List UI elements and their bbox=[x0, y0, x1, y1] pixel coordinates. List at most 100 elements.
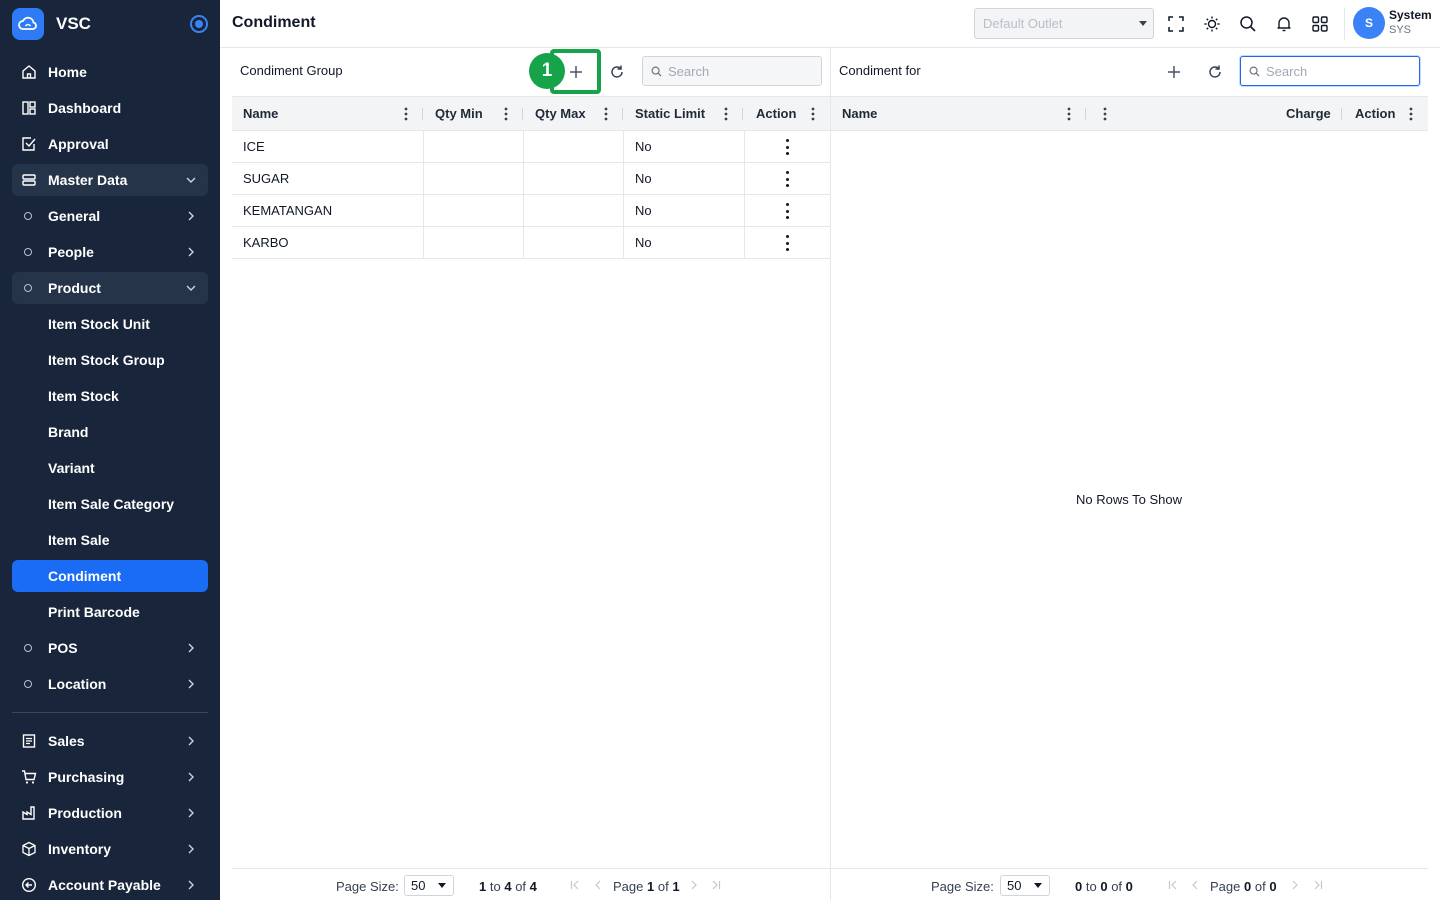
first-page-icon[interactable] bbox=[1167, 879, 1179, 891]
sidebar-item-general[interactable]: General bbox=[12, 200, 208, 232]
chevron-right-icon bbox=[188, 211, 194, 221]
brand[interactable]: VSC bbox=[12, 8, 208, 40]
sidebar-item-print-barcode[interactable]: Print Barcode bbox=[12, 596, 208, 628]
column-menu-icon[interactable] bbox=[600, 107, 612, 121]
row-actions-icon[interactable] bbox=[784, 171, 790, 187]
sidebar-item-condiment[interactable]: Condiment bbox=[12, 560, 208, 592]
row-range: 0 to 0 of 0 bbox=[1075, 879, 1133, 894]
column-menu-icon[interactable] bbox=[1405, 107, 1417, 121]
column-header-qty-min[interactable]: Qty Min bbox=[435, 97, 483, 130]
app-name: VSC bbox=[56, 14, 91, 33]
apps-grid-icon[interactable] bbox=[1309, 13, 1331, 35]
sidebar-item-label: General bbox=[48, 208, 101, 224]
fullscreen-icon[interactable] bbox=[1165, 13, 1187, 35]
column-separator[interactable] bbox=[622, 108, 623, 120]
last-page-icon[interactable] bbox=[1312, 879, 1324, 891]
next-page-icon[interactable] bbox=[688, 879, 700, 891]
column-menu-icon[interactable] bbox=[1099, 107, 1111, 121]
sidebar-toggle-icon[interactable] bbox=[190, 15, 208, 33]
circle-icon bbox=[24, 680, 32, 688]
column-separator[interactable] bbox=[742, 108, 743, 120]
sidebar-item-item-stock-unit[interactable]: Item Stock Unit bbox=[12, 308, 208, 340]
sidebar-item-item-stock[interactable]: Item Stock bbox=[12, 380, 208, 412]
column-header-charge[interactable]: Charge bbox=[1286, 97, 1331, 130]
column-header-name[interactable]: Name bbox=[243, 97, 278, 130]
outlet-select-placeholder: Default Outlet bbox=[983, 16, 1063, 31]
sidebar-item-pos[interactable]: POS bbox=[12, 632, 208, 664]
column-menu-icon[interactable] bbox=[1063, 107, 1075, 121]
column-separator[interactable] bbox=[1085, 108, 1086, 120]
table-row[interactable]: KEMATANGAN No bbox=[232, 195, 830, 227]
sidebar-item-inventory[interactable]: Inventory bbox=[12, 833, 208, 865]
sidebar-item-production[interactable]: Production bbox=[12, 797, 208, 829]
sidebar-item-label: Purchasing bbox=[48, 769, 125, 785]
last-page-icon[interactable] bbox=[710, 879, 722, 891]
sidebar-item-sales[interactable]: Sales bbox=[12, 725, 208, 757]
sidebar-item-brand[interactable]: Brand bbox=[12, 416, 208, 448]
page-size-select[interactable]: 50 bbox=[1000, 875, 1050, 896]
row-actions-icon[interactable] bbox=[784, 203, 790, 219]
chevron-right-icon bbox=[188, 679, 194, 689]
column-menu-icon[interactable] bbox=[500, 107, 512, 121]
condiment-group-search-input[interactable] bbox=[668, 63, 808, 79]
table-row[interactable]: KARBO No bbox=[232, 227, 830, 259]
first-page-icon[interactable] bbox=[569, 879, 581, 891]
column-menu-icon[interactable] bbox=[720, 107, 732, 121]
sidebar-item-item-sale-category[interactable]: Item Sale Category bbox=[12, 488, 208, 520]
sidebar-item-item-sale[interactable]: Item Sale bbox=[12, 524, 208, 556]
sidebar-item-label: Account Payable bbox=[48, 877, 161, 893]
add-condiment-button[interactable] bbox=[1158, 56, 1190, 88]
sidebar-item-label: Master Data bbox=[48, 172, 128, 188]
sidebar-item-label: Item Sale Category bbox=[48, 496, 175, 512]
sidebar-item-people[interactable]: People bbox=[12, 236, 208, 268]
sidebar-item-purchasing[interactable]: Purchasing bbox=[12, 761, 208, 793]
sidebar-item-location[interactable]: Location bbox=[12, 668, 208, 700]
page-size-select[interactable]: 50 bbox=[404, 875, 454, 896]
outlet-select[interactable]: Default Outlet bbox=[974, 8, 1154, 39]
table-row[interactable]: ICE No bbox=[232, 131, 830, 163]
bell-icon[interactable] bbox=[1273, 13, 1295, 35]
previous-page-icon[interactable] bbox=[1189, 879, 1201, 891]
column-header-name[interactable]: Name bbox=[842, 97, 877, 130]
row-actions-icon[interactable] bbox=[784, 235, 790, 251]
next-page-icon[interactable] bbox=[1289, 879, 1301, 891]
home-icon bbox=[19, 62, 39, 82]
sidebar-item-account-payable[interactable]: Account Payable bbox=[12, 869, 208, 900]
column-header-action[interactable]: Action bbox=[1355, 97, 1395, 130]
sidebar-item-dashboard[interactable]: Dashboard bbox=[12, 92, 208, 124]
table-row[interactable]: SUGAR No bbox=[232, 163, 830, 195]
sidebar-item-label: Item Stock bbox=[48, 388, 119, 404]
condiment-for-search[interactable] bbox=[1240, 56, 1420, 86]
sidebar-item-approval[interactable]: Approval bbox=[12, 128, 208, 160]
avatar[interactable]: S bbox=[1353, 7, 1385, 39]
sidebar-item-label: Location bbox=[48, 676, 107, 692]
sidebar-item-variant[interactable]: Variant bbox=[12, 452, 208, 484]
row-actions-icon[interactable] bbox=[784, 139, 790, 155]
previous-page-icon[interactable] bbox=[592, 879, 604, 891]
sidebar-item-master-data[interactable]: Master Data bbox=[12, 164, 208, 196]
circle-icon bbox=[24, 248, 32, 256]
column-header-qty-max[interactable]: Qty Max bbox=[535, 97, 586, 130]
column-separator[interactable] bbox=[522, 108, 523, 120]
sidebar-item-label: Inventory bbox=[48, 841, 112, 857]
column-header-action[interactable]: Action bbox=[756, 97, 796, 130]
column-header-static-limit[interactable]: Static Limit bbox=[635, 97, 705, 130]
column-menu-icon[interactable] bbox=[807, 107, 819, 121]
column-menu-icon[interactable] bbox=[400, 107, 412, 121]
sidebar-item-item-stock-group[interactable]: Item Stock Group bbox=[12, 344, 208, 376]
condiment-for-search-input[interactable] bbox=[1266, 63, 1406, 79]
caret-down-icon bbox=[1034, 883, 1042, 888]
refresh-condiment-group-button[interactable] bbox=[601, 56, 633, 88]
column-separator[interactable] bbox=[422, 108, 423, 120]
column-separator[interactable] bbox=[1341, 108, 1342, 120]
search-icon[interactable] bbox=[1237, 13, 1259, 35]
chevron-right-icon bbox=[188, 736, 194, 746]
refresh-condiment-button[interactable] bbox=[1199, 56, 1231, 88]
condiment-group-search[interactable] bbox=[642, 56, 822, 86]
refresh-icon bbox=[611, 65, 623, 78]
page-size-value: 50 bbox=[411, 878, 426, 893]
sidebar-item-product[interactable]: Product bbox=[12, 272, 208, 304]
sun-icon[interactable] bbox=[1201, 13, 1223, 35]
sidebar-item-label: Brand bbox=[48, 424, 89, 440]
sidebar-item-home[interactable]: Home bbox=[12, 56, 208, 88]
